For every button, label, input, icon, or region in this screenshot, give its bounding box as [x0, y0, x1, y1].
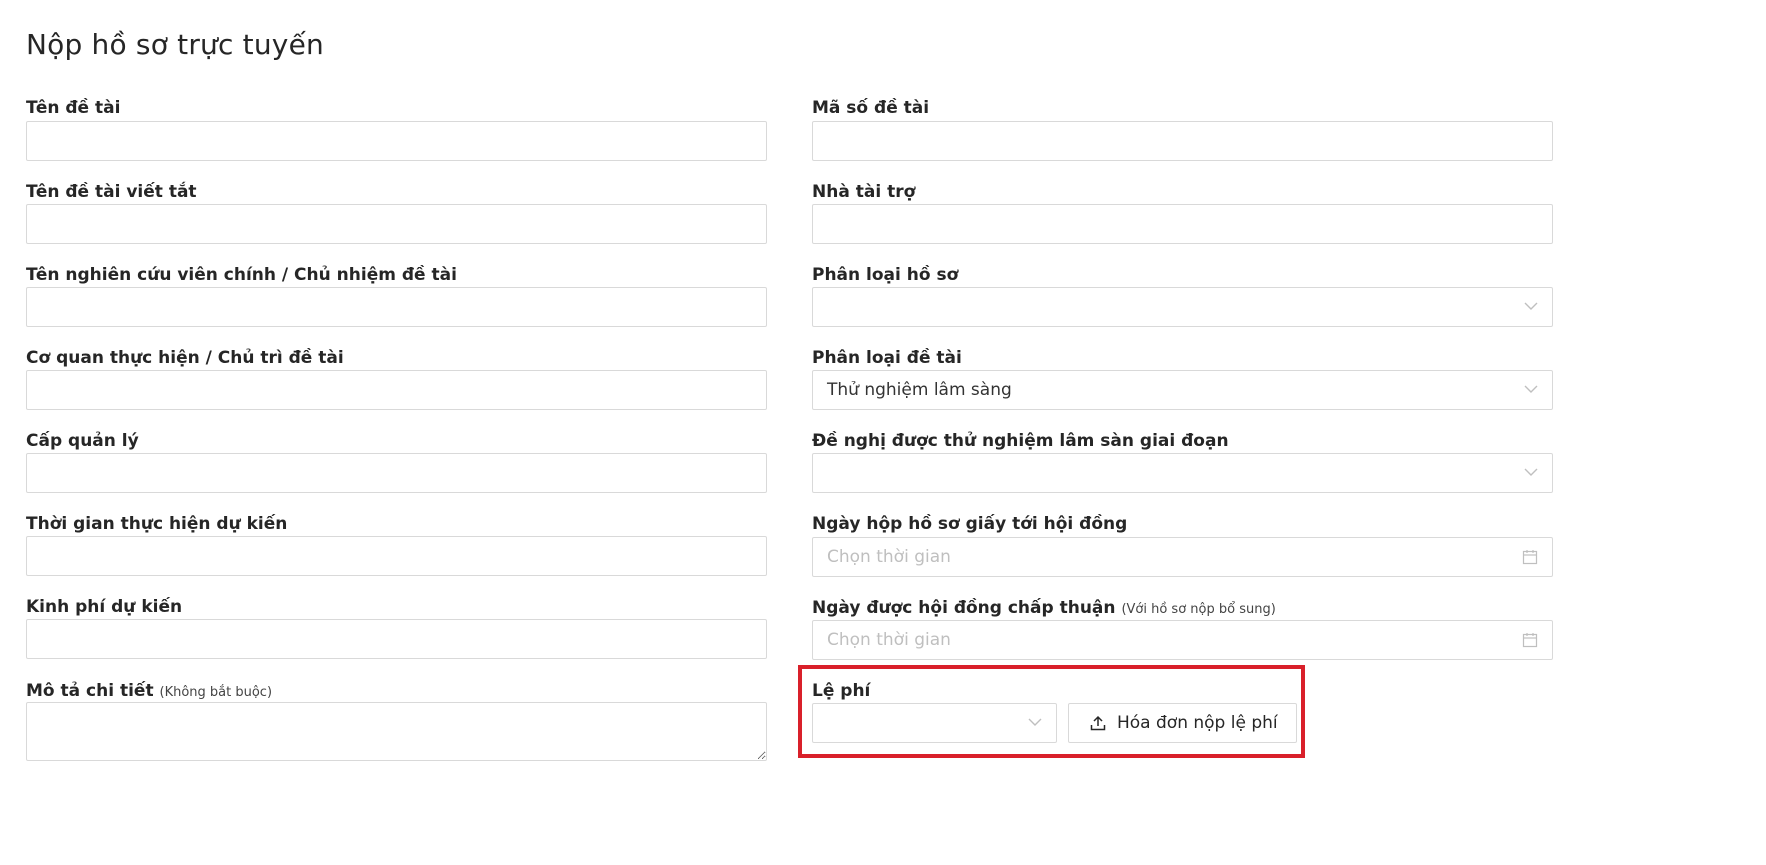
input-co-quan-thuc-hien[interactable]: [26, 370, 767, 410]
chevron-down-icon: [1524, 302, 1538, 310]
label-hint: (Với hồ sơ nộp bổ sung): [1121, 602, 1276, 617]
label-ten-de-tai: Tên đề tài: [26, 98, 121, 118]
page-title: Nộp hồ sơ trực tuyến: [26, 28, 324, 61]
date-placeholder: Chọn thời gian: [827, 630, 951, 650]
upload-button-label: Hóa đơn nộp lệ phí: [1117, 713, 1278, 733]
label-hint: (Không bắt buộc): [159, 685, 273, 700]
selected-value: Thử nghiệm lâm sàng: [827, 380, 1012, 400]
select-phan-loai-de-tai[interactable]: Thử nghiệm lâm sàng: [812, 370, 1553, 410]
input-ten-de-tai[interactable]: [26, 121, 767, 161]
label-co-quan-thuc-hien: Cơ quan thực hiện / Chủ trì đề tài: [26, 348, 344, 368]
input-ma-so-de-tai[interactable]: [812, 121, 1553, 161]
label-giai-doan-thu-nghiem: Đề nghị được thử nghiệm lâm sàn giai đoạ…: [812, 431, 1229, 451]
label-phan-loai-de-tai: Phân loại đề tài: [812, 348, 962, 368]
input-nghien-cuu-vien[interactable]: [26, 287, 767, 327]
label-kinh-phi-du-kien: Kinh phí dự kiến: [26, 597, 183, 617]
input-nha-tai-tro[interactable]: [812, 204, 1553, 244]
label-text: Ngày được hội đồng chấp thuận: [812, 598, 1116, 618]
select-phan-loai-ho-so[interactable]: [812, 287, 1553, 327]
textarea-mo-ta-chi-tiet[interactable]: [26, 702, 767, 761]
chevron-down-icon: [1028, 718, 1042, 726]
input-kinh-phi-du-kien[interactable]: [26, 619, 767, 659]
input-thoi-gian-thuc-hien[interactable]: [26, 536, 767, 576]
upload-fee-invoice-button[interactable]: Hóa đơn nộp lệ phí: [1068, 703, 1297, 743]
chevron-down-icon: [1524, 385, 1538, 393]
date-placeholder: Chọn thời gian: [827, 547, 951, 567]
chevron-down-icon: [1524, 468, 1538, 476]
input-ten-de-tai-viet-tat[interactable]: [26, 204, 767, 244]
select-le-phi[interactable]: [812, 703, 1057, 743]
label-ngay-hop-ho-so-giay: Ngày hộp hồ sơ giấy tới hội đồng: [812, 514, 1128, 534]
label-phan-loai-ho-so: Phân loại hồ sơ: [812, 265, 959, 285]
datepicker-ngay-hop-ho-so-giay[interactable]: Chọn thời gian: [812, 537, 1553, 577]
calendar-icon: [1522, 633, 1538, 648]
calendar-icon: [1522, 550, 1538, 565]
label-nha-tai-tro: Nhà tài trợ: [812, 182, 916, 202]
select-giai-doan-thu-nghiem[interactable]: [812, 453, 1553, 493]
label-ten-de-tai-viet-tat: Tên đề tài viết tắt: [26, 182, 197, 202]
label-cap-quan-ly: Cấp quản lý: [26, 431, 139, 451]
label-thoi-gian-thuc-hien: Thời gian thực hiện dự kiến: [26, 514, 288, 534]
label-nghien-cuu-vien: Tên nghiên cứu viên chính / Chủ nhiệm đề…: [26, 265, 457, 285]
datepicker-ngay-chap-thuan[interactable]: Chọn thời gian: [812, 620, 1553, 660]
label-text: Mô tả chi tiết: [26, 681, 154, 701]
label-mo-ta-chi-tiet: Mô tả chi tiết (Không bắt buộc): [26, 681, 272, 701]
input-cap-quan-ly[interactable]: [26, 453, 767, 493]
upload-icon: [1090, 715, 1106, 731]
label-le-phi: Lệ phí: [812, 681, 871, 701]
label-ngay-chap-thuan: Ngày được hội đồng chấp thuận (Với hồ sơ…: [812, 598, 1276, 618]
label-ma-so-de-tai: Mã số đề tài: [812, 98, 930, 118]
